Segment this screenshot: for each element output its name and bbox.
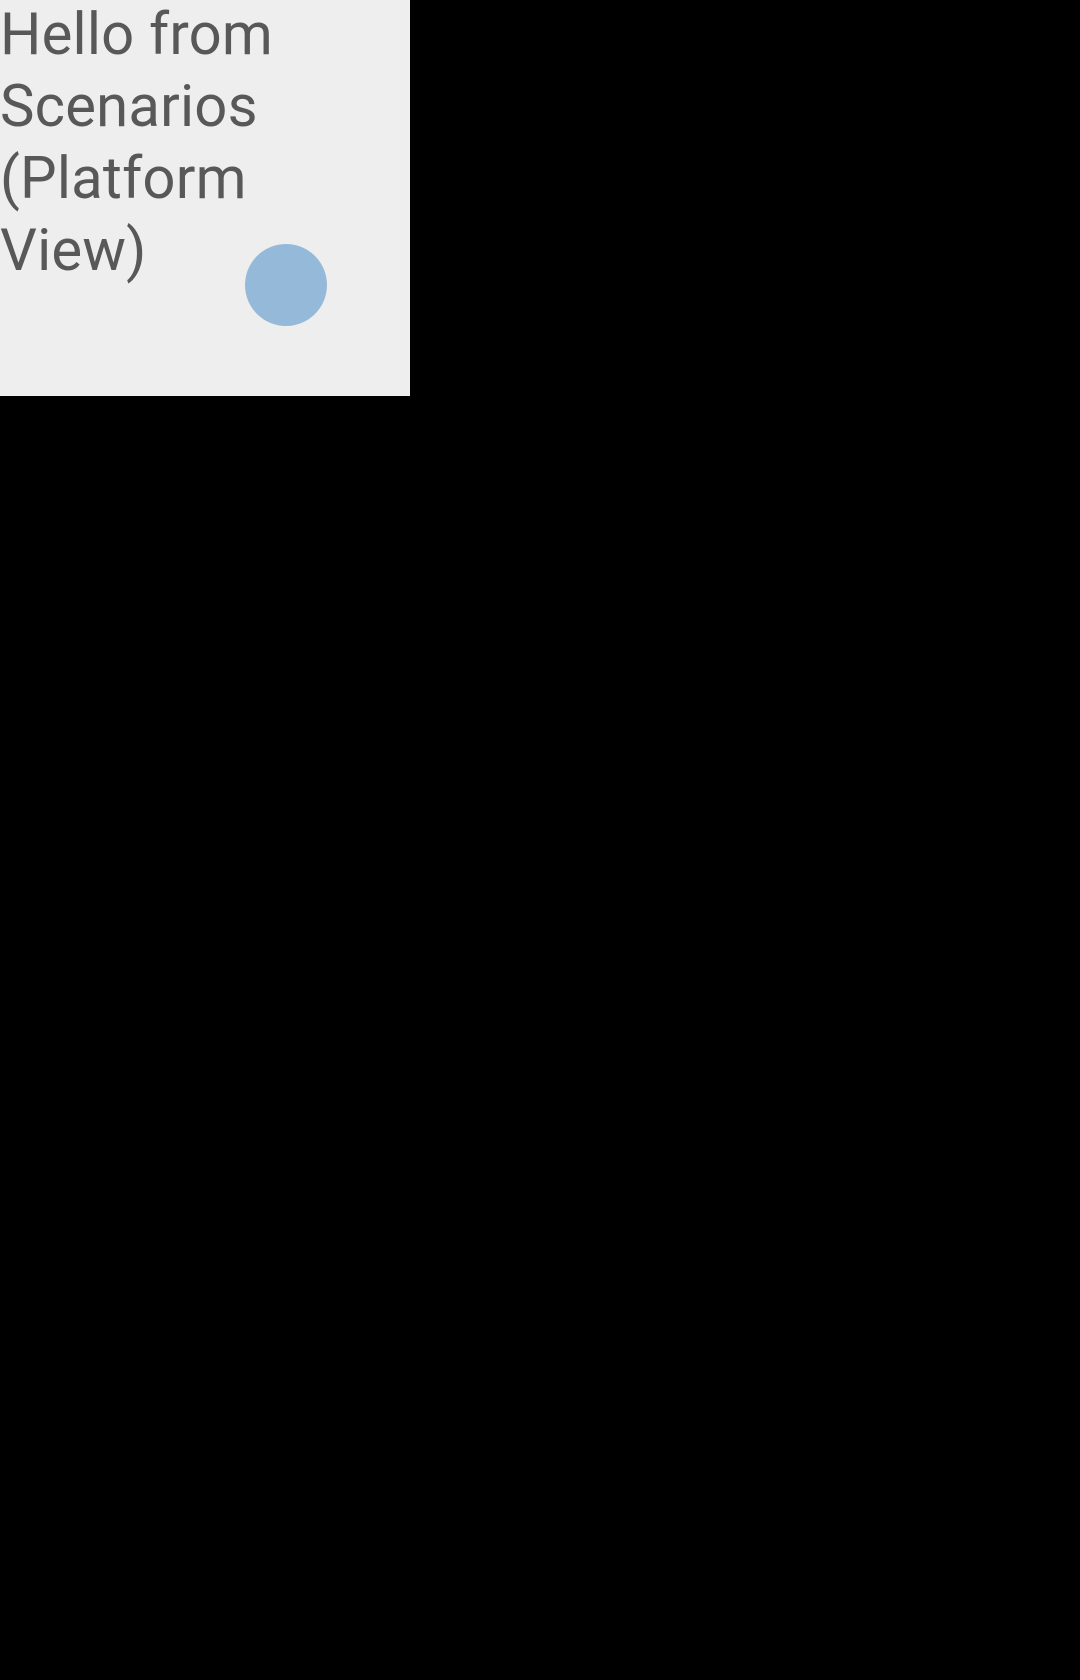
circle-indicator-icon	[245, 244, 327, 326]
platform-view-panel: Hello from Scenarios (Platform View)	[0, 0, 410, 396]
greeting-text: Hello from Scenarios (Platform View)	[0, 0, 273, 288]
